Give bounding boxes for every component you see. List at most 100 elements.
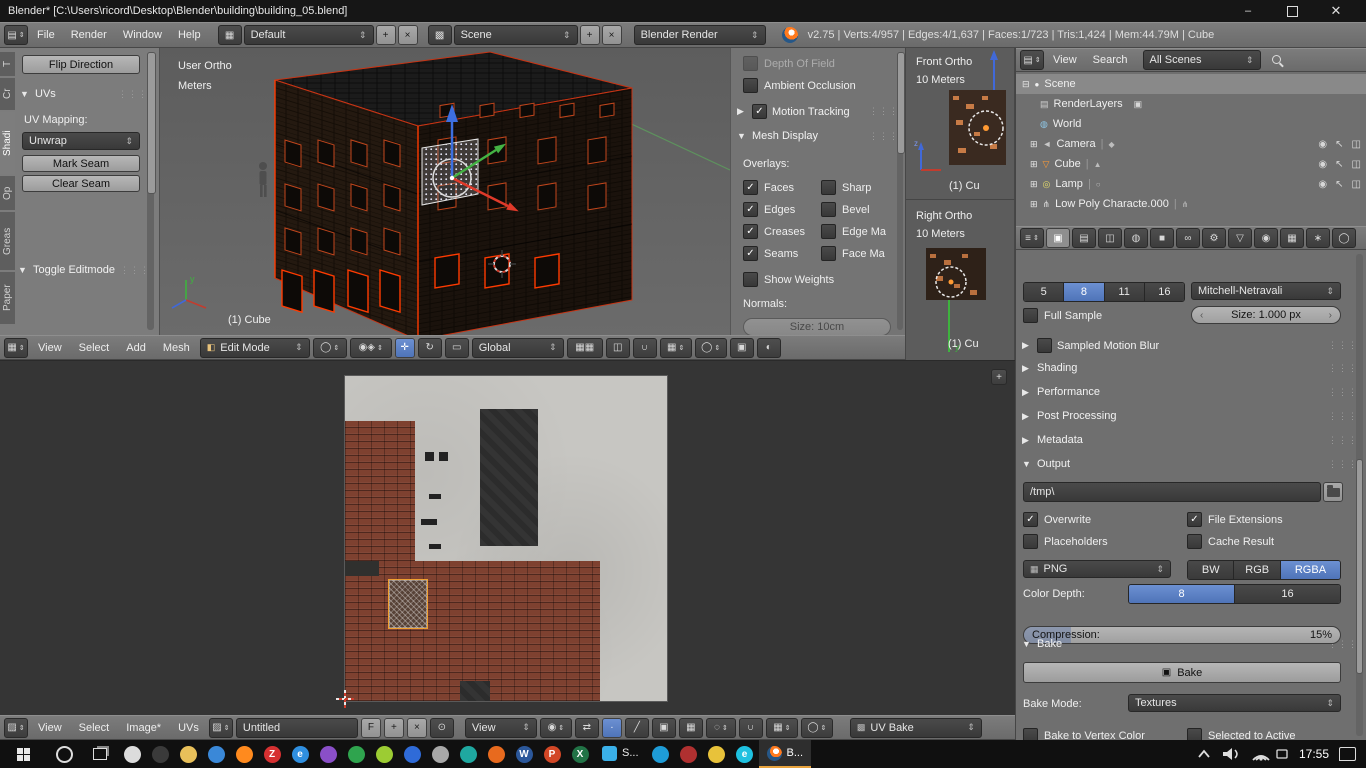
image-unlink-button[interactable]: ×: [407, 718, 427, 738]
image-add-button[interactable]: +: [384, 718, 404, 738]
expand-icon[interactable]: ⊞: [1030, 199, 1038, 210]
uv-snap-element-dropdown[interactable]: ▦⇕: [766, 718, 798, 738]
motion-blur-panel-header[interactable]: ▶ Sampled Motion Blur⋮⋮⋮: [1022, 338, 1358, 353]
depth-of-field-checkbox[interactable]: [743, 56, 758, 71]
outliner-row-scene[interactable]: ⊟ ● Scene: [1016, 74, 1366, 94]
overlay-creases-checkbox[interactable]: [743, 224, 758, 239]
selected-uv-island[interactable]: [388, 579, 428, 629]
show-weights-checkbox[interactable]: [743, 272, 758, 287]
file-format-dropdown[interactable]: ▦ PNG⇕: [1023, 560, 1171, 578]
flip-direction-button[interactable]: Flip Direction: [22, 55, 140, 74]
tab-material[interactable]: ◉: [1254, 228, 1278, 248]
cache-result-checkbox[interactable]: [1187, 534, 1202, 549]
mark-seam-button[interactable]: Mark Seam: [22, 155, 140, 172]
image-pin-icon[interactable]: ⊙: [430, 718, 454, 738]
overwrite-checkbox[interactable]: [1023, 512, 1038, 527]
display-channels-dropdown[interactable]: View⇕: [465, 718, 537, 738]
tab-scene[interactable]: ◫: [1098, 228, 1122, 248]
tab-world[interactable]: ◍: [1124, 228, 1148, 248]
full-sample-checkbox[interactable]: [1023, 308, 1038, 323]
unwrap-dropdown[interactable]: Unwrap⇕: [22, 132, 140, 150]
tab-texture[interactable]: ▦: [1280, 228, 1304, 248]
screen-layout-add-button[interactable]: +: [376, 25, 396, 45]
menu-render[interactable]: Render: [64, 27, 114, 43]
lock-to-scene-icon[interactable]: ◫: [606, 338, 630, 358]
window-button-s[interactable]: S...: [594, 740, 647, 768]
outliner-row-lamp[interactable]: ⊞ ◎ Lamp |○ ◉ ↖ ◫: [1016, 174, 1366, 194]
outliner-item-label[interactable]: Lamp: [1055, 178, 1083, 190]
app-dark-icon[interactable]: [146, 740, 174, 768]
app-navy-icon[interactable]: [398, 740, 426, 768]
menu-file[interactable]: File: [30, 27, 62, 43]
overlay-faces-checkbox[interactable]: [743, 180, 758, 195]
uv-menu-image[interactable]: Image*: [119, 720, 168, 736]
outliner-search-icon[interactable]: [1271, 54, 1284, 67]
normals-size-field[interactable]: Size: 10cm: [743, 318, 891, 335]
start-button[interactable]: [0, 740, 46, 768]
hide-icon[interactable]: ◉: [1318, 159, 1327, 170]
maximize-button[interactable]: [1270, 6, 1314, 17]
menu-window[interactable]: Window: [116, 27, 169, 43]
close-button[interactable]: ✕: [1314, 3, 1358, 19]
selectable-icon[interactable]: ↖: [1335, 179, 1343, 190]
internet-explorer-icon[interactable]: e: [286, 740, 314, 768]
outliner-row-camera[interactable]: ⊞ ◄ Camera |◆ ◉ ↖ ◫: [1016, 134, 1366, 154]
mesh-display-panel-header[interactable]: ▼Mesh Display⋮⋮⋮: [737, 130, 899, 142]
uv-sticky-dropdown[interactable]: ◌⇕: [706, 718, 736, 738]
image-name-field[interactable]: Untitled: [236, 718, 358, 738]
proportional-edit-dropdown[interactable]: ◯⇕: [695, 338, 727, 358]
snap-toggle-icon[interactable]: ∩: [633, 338, 657, 358]
viewport-shading-dropdown[interactable]: ◯⇕: [313, 338, 347, 358]
scene-browse-icon[interactable]: ▩: [428, 25, 452, 45]
manipulator-rotate-button[interactable]: ↻: [418, 338, 442, 358]
window-button-blender[interactable]: B...: [759, 740, 812, 768]
app-red-z-icon[interactable]: Z: [258, 740, 286, 768]
motion-tracking-panel-header[interactable]: ▶ Motion Tracking⋮⋮⋮: [737, 104, 899, 119]
image-browse-icon[interactable]: ▨⇕: [209, 718, 233, 738]
scene-delete-button[interactable]: ×: [602, 25, 622, 45]
motion-blur-checkbox[interactable]: [1037, 338, 1052, 353]
post-processing-panel-header[interactable]: ▶Post Processing⋮⋮⋮: [1022, 410, 1358, 422]
viewport-right[interactable]: y Right Ortho 10 Meters (1) Cu: [906, 200, 1016, 360]
properties-scrollbar[interactable]: [1356, 254, 1363, 736]
action-center-icon[interactable]: [1339, 747, 1356, 761]
color-depth-buttons[interactable]: 8 16: [1128, 584, 1341, 604]
overlay-seams-checkbox[interactable]: [743, 246, 758, 261]
color-mode-buttons[interactable]: BW RGB RGBA: [1187, 560, 1341, 580]
tab-object-data[interactable]: ▽: [1228, 228, 1252, 248]
app-green-icon[interactable]: [342, 740, 370, 768]
toolshelf-scrollbar[interactable]: [147, 52, 154, 330]
uv-menu-select[interactable]: Select: [72, 720, 117, 736]
hide-icon[interactable]: ◉: [1318, 179, 1327, 190]
view3d-menu-view[interactable]: View: [31, 340, 69, 356]
tab-constraints[interactable]: ∞: [1176, 228, 1200, 248]
minimize-button[interactable]: –: [1226, 5, 1270, 17]
uv-snap-icon[interactable]: ∩: [739, 718, 763, 738]
view3d-menu-mesh[interactable]: Mesh: [156, 340, 197, 356]
editor-type-image-icon[interactable]: ▨⇕: [4, 718, 28, 738]
screen-layout-selector[interactable]: Default⇕: [244, 25, 374, 45]
uv-menu-uvs[interactable]: UVs: [171, 720, 206, 736]
uv-select-vertex-button[interactable]: ∙: [602, 718, 622, 738]
app-skyblue-icon[interactable]: [647, 740, 675, 768]
menu-help[interactable]: Help: [171, 27, 208, 43]
pivot-point-dropdown[interactable]: ◉◈⇕: [350, 338, 392, 358]
tab-modifiers[interactable]: ⚙: [1202, 228, 1226, 248]
app-darkred-icon[interactable]: [675, 740, 703, 768]
placeholders-checkbox[interactable]: [1023, 534, 1038, 549]
selectable-icon[interactable]: ↖: [1335, 139, 1343, 150]
outliner-item-label[interactable]: RenderLayers: [1054, 98, 1123, 110]
app-blue-icon[interactable]: [202, 740, 230, 768]
hide-icon[interactable]: ◉: [1318, 139, 1327, 150]
toolshelf-tab-options[interactable]: Op: [0, 176, 15, 210]
outliner-item-label[interactable]: Camera: [1056, 138, 1095, 150]
uv-image-editor[interactable]: +: [0, 360, 1015, 715]
tab-render[interactable]: ▣: [1046, 228, 1070, 248]
uv-select-island-button[interactable]: ▦: [679, 718, 703, 738]
editor-type-properties-icon[interactable]: ≡⇕: [1020, 228, 1044, 248]
editor-type-outliner-icon[interactable]: ▤⇕: [1020, 50, 1044, 70]
editor-type-info-icon[interactable]: ▤⇕: [4, 25, 28, 45]
bake-mode-dropdown[interactable]: Textures⇕: [1128, 694, 1341, 712]
region-add-button[interactable]: +: [991, 369, 1007, 385]
render-restrict-icon[interactable]: ◫: [1352, 139, 1361, 150]
